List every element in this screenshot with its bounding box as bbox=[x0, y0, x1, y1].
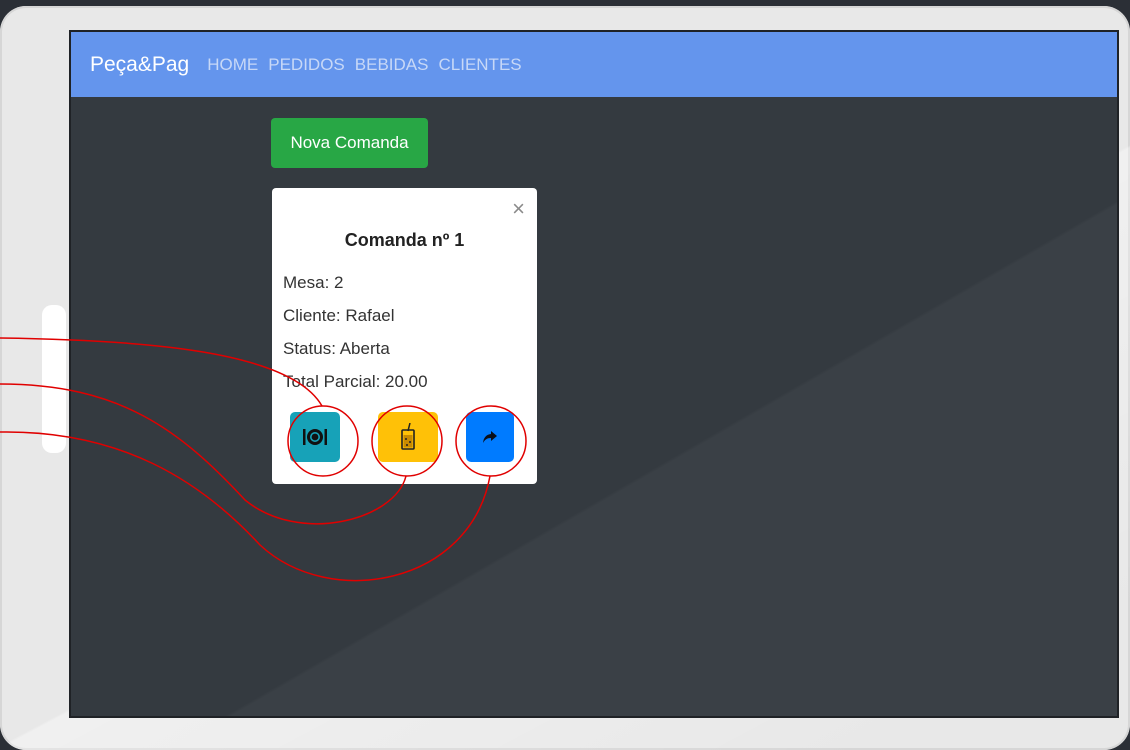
app-screen: Peça&Pag HOME PEDIDOS BEBIDAS CLIENTES N… bbox=[69, 30, 1119, 718]
plate-cutlery-icon bbox=[303, 429, 327, 445]
nav-bebidas[interactable]: BEBIDAS bbox=[355, 55, 429, 75]
add-drink-button[interactable] bbox=[378, 412, 438, 462]
brand-logo[interactable]: Peça&Pag bbox=[90, 53, 189, 77]
nav-home[interactable]: HOME bbox=[207, 55, 258, 75]
order-card: × Comanda nº 1 Mesa: 2 Cliente: Rafael S… bbox=[272, 188, 537, 484]
partial-total: Total Parcial: 20.00 bbox=[283, 372, 428, 391]
nav-clientes[interactable]: CLIENTES bbox=[438, 55, 521, 75]
nav-links: HOME PEDIDOS BEBIDAS CLIENTES bbox=[207, 55, 531, 75]
screen-sheen bbox=[71, 32, 1117, 716]
new-order-button[interactable]: Nova Comanda bbox=[271, 118, 428, 168]
order-status: Status: Aberta bbox=[283, 339, 390, 358]
card-title: Comanda nº 1 bbox=[344, 230, 465, 250]
drink-icon bbox=[401, 423, 415, 450]
add-food-button[interactable] bbox=[290, 412, 340, 462]
navbar: Peça&Pag HOME PEDIDOS BEBIDAS CLIENTES bbox=[71, 32, 1117, 97]
table-number: Mesa: 2 bbox=[283, 273, 344, 292]
nav-pedidos[interactable]: PEDIDOS bbox=[268, 55, 345, 75]
client-name: Cliente: Rafael bbox=[283, 306, 395, 325]
card-details: Mesa: 2 Cliente: Rafael Status: Aberta T… bbox=[283, 272, 428, 404]
share-arrow-icon bbox=[483, 431, 497, 443]
tablet-side-button bbox=[42, 305, 66, 453]
close-icon[interactable]: × bbox=[512, 198, 525, 220]
card-actions bbox=[290, 412, 514, 462]
forward-order-button[interactable] bbox=[466, 412, 514, 462]
